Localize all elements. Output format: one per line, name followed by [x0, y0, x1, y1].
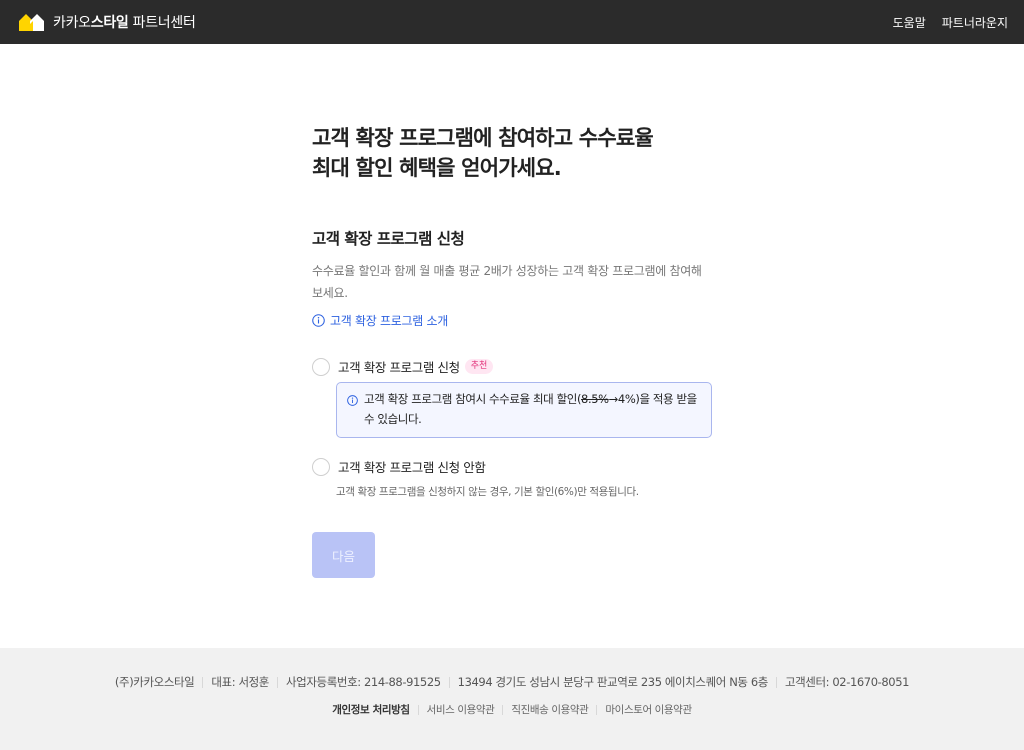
decline-option-description: 고객 확장 프로그램을 신청하지 않는 경우, 기본 할인(6%)만 적용됩니다…: [336, 486, 639, 498]
main-content: 고객 확장 프로그램에 참여하고 수수료율 최대 할인 혜택을 얻어가세요. 고…: [312, 123, 712, 578]
kakao-style-house-icon: [19, 14, 44, 31]
recommended-badge: 추천: [464, 359, 494, 374]
divider: [775, 676, 777, 688]
info-icon: [347, 395, 358, 406]
section-title: 고객 확장 프로그램 신청: [312, 230, 465, 248]
program-intro-link-label: 고객 확장 프로그램 소개: [330, 314, 448, 328]
header-nav: 도움말 파트너라운지: [893, 14, 1008, 31]
divider: [417, 704, 419, 715]
page-footer: (주)카카오스타일 대표: 서정훈 사업자등록번호: 214-88-91525 …: [0, 648, 1024, 750]
privacy-policy-link[interactable]: 개인정보 처리방침: [332, 702, 410, 717]
divider: [448, 676, 450, 688]
apply-notice-box: 고객 확장 프로그램 참여시 수수료율 최대 할인(8.5%→4%)을 적용 받…: [336, 382, 712, 438]
original-rate-strikethrough: 8.5%: [581, 392, 609, 406]
company-name: (주)카카오스타일: [114, 675, 195, 689]
kakao-style-logo[interactable]: 카카오스타일 파트너센터: [18, 12, 196, 32]
company-ceo: 대표: 서정훈: [211, 675, 269, 689]
next-button[interactable]: 다음: [312, 532, 375, 578]
section-description: 수수료율 할인과 함께 월 매출 평균 2배가 성장하는 고객 확장 프로그램에…: [312, 264, 702, 300]
page-headline: 고객 확장 프로그램에 참여하고 수수료율 최대 할인 혜택을 얻어가세요.: [312, 126, 654, 180]
nav-partner-lounge-link[interactable]: 파트너라운지: [942, 14, 1008, 31]
top-header: 카카오스타일 파트너센터 도움말 파트너라운지: [0, 0, 1024, 44]
footer-links: 개인정보 처리방침 서비스 이용약관 직진배송 이용약관 마이스토어 이용약관: [0, 702, 1024, 717]
service-terms-link[interactable]: 서비스 이용약관: [427, 702, 495, 717]
decline-option-label: 고객 확장 프로그램 신청 안함: [338, 460, 486, 475]
info-icon: [312, 314, 325, 327]
company-info: (주)카카오스타일 대표: 서정훈 사업자등록번호: 214-88-91525 …: [0, 674, 1024, 690]
company-address: 13494 경기도 성남시 분당구 판교역로 235 에이치스퀘어 N동 6층: [457, 675, 769, 689]
divider: [596, 704, 598, 715]
divider: [202, 676, 204, 688]
apply-notice-text: 고객 확장 프로그램 참여시 수수료율 최대 할인(8.5%→4%)을 적용 받…: [364, 392, 697, 426]
option-apply[interactable]: 고객 확장 프로그램 신청 추천: [312, 357, 712, 376]
divider: [277, 676, 278, 688]
program-intro-link[interactable]: 고객 확장 프로그램 소개: [312, 312, 448, 329]
customer-center-phone: 고객센터: 02-1670-8051: [784, 675, 910, 689]
option-decline[interactable]: 고객 확장 프로그램 신청 안함: [312, 457, 712, 476]
nav-help-link[interactable]: 도움말: [893, 14, 926, 31]
divider: [502, 704, 504, 715]
apply-radio[interactable]: [312, 357, 330, 376]
direct-delivery-terms-link[interactable]: 직진배송 이용약관: [511, 702, 588, 717]
logo-text: 카카오스타일 파트너센터: [53, 15, 196, 31]
apply-option-label: 고객 확장 프로그램 신청: [338, 360, 460, 375]
business-registration-number: 사업자등록번호: 214-88-91525: [286, 675, 441, 689]
decline-radio[interactable]: [312, 457, 330, 476]
mystore-terms-link[interactable]: 마이스토어 이용약관: [605, 702, 692, 717]
